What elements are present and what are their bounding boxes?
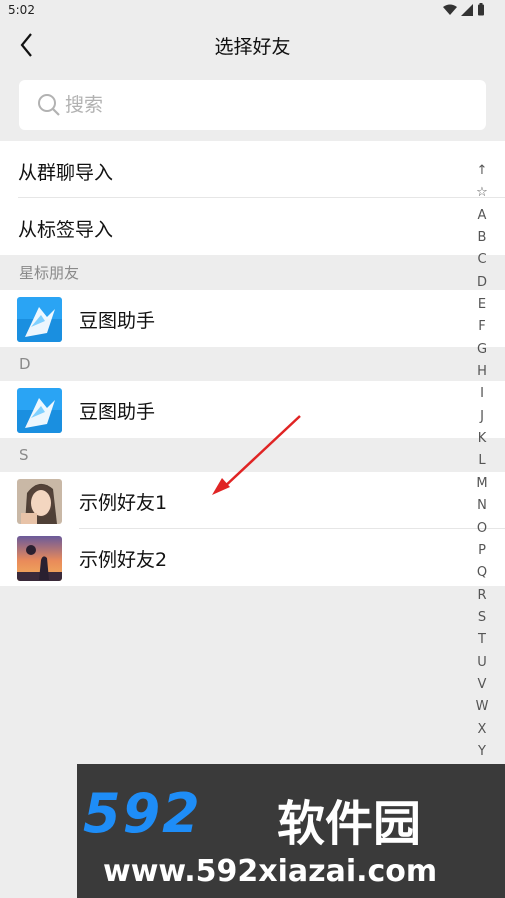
index-letter[interactable]: C: [470, 249, 494, 271]
index-letter[interactable]: E: [470, 294, 494, 316]
section-header-starred: 星标朋友: [19, 264, 80, 282]
signal-icon: [461, 3, 473, 16]
index-letter[interactable]: ↑: [470, 160, 494, 182]
contact-row[interactable]: 豆图助手: [0, 290, 505, 347]
index-letter[interactable]: Q: [470, 562, 494, 584]
section-header-d: D: [19, 355, 31, 373]
index-letter[interactable]: N: [470, 495, 494, 517]
search-icon: [38, 94, 60, 116]
import-from-group-label: 从群聊导入: [18, 162, 114, 184]
battery-icon: [478, 3, 484, 16]
index-letter[interactable]: A: [470, 205, 494, 227]
contact-row[interactable]: 示例好友1: [0, 472, 505, 529]
contact-row[interactable]: 豆图助手: [0, 381, 505, 438]
index-letter[interactable]: W: [470, 696, 494, 718]
section-header-s: S: [19, 446, 29, 464]
contact-row[interactable]: 示例好友2: [0, 529, 505, 586]
avatar: [17, 479, 62, 524]
search-box[interactable]: [19, 80, 486, 130]
index-letter[interactable]: G: [470, 339, 494, 361]
status-time: 5:02: [8, 3, 35, 17]
contact-name: 豆图助手: [79, 401, 156, 423]
import-from-tag-label: 从标签导入: [18, 219, 114, 241]
index-letter[interactable]: J: [470, 406, 494, 428]
index-letter[interactable]: ☆: [470, 182, 494, 204]
photo-sunset-icon: [17, 536, 62, 581]
index-letter[interactable]: Y: [470, 741, 494, 763]
app-logo-icon: [17, 297, 62, 342]
index-letter[interactable]: B: [470, 227, 494, 249]
contact-name: 豆图助手: [79, 310, 156, 332]
index-letter[interactable]: V: [470, 674, 494, 696]
wifi-icon: [443, 4, 457, 15]
contact-name: 示例好友2: [79, 549, 168, 571]
page-title: 选择好友: [214, 36, 291, 58]
status-icons: [443, 3, 485, 16]
index-letter[interactable]: R: [470, 585, 494, 607]
index-letter[interactable]: I: [470, 383, 494, 405]
contact-name: 示例好友1: [79, 492, 168, 514]
title-bar: 选择好友: [0, 22, 505, 68]
alphabet-index-bar[interactable]: ↑ ☆ A B C D E F G H I J K L M N O P Q R S T U V W X Y: [470, 160, 494, 763]
app-logo-icon: [17, 388, 62, 433]
index-letter[interactable]: X: [470, 719, 494, 741]
watermark-brand: 软件园: [277, 796, 422, 852]
index-letter[interactable]: U: [470, 652, 494, 674]
index-letter[interactable]: O: [470, 518, 494, 540]
index-letter[interactable]: S: [470, 607, 494, 629]
search-input[interactable]: [65, 80, 474, 130]
avatar: [17, 297, 62, 342]
index-letter[interactable]: F: [470, 316, 494, 338]
status-bar: 5:02: [0, 0, 505, 22]
index-letter[interactable]: H: [470, 361, 494, 383]
index-letter[interactable]: D: [470, 272, 494, 294]
avatar: [17, 388, 62, 433]
watermark-url: www.592xiazai.com: [103, 854, 438, 889]
index-letter[interactable]: P: [470, 540, 494, 562]
avatar: [17, 536, 62, 581]
import-from-group-row[interactable]: 从群聊导入: [0, 141, 505, 198]
index-letter[interactable]: T: [470, 629, 494, 651]
photo-girl-icon: [17, 479, 62, 524]
watermark-logo: 592: [83, 782, 202, 845]
index-letter[interactable]: M: [470, 473, 494, 495]
watermark: 592 软件园 www.592xiazai.com: [77, 764, 505, 898]
index-letter[interactable]: L: [470, 450, 494, 472]
index-letter[interactable]: K: [470, 428, 494, 450]
import-from-tag-row[interactable]: 从标签导入: [0, 198, 505, 255]
